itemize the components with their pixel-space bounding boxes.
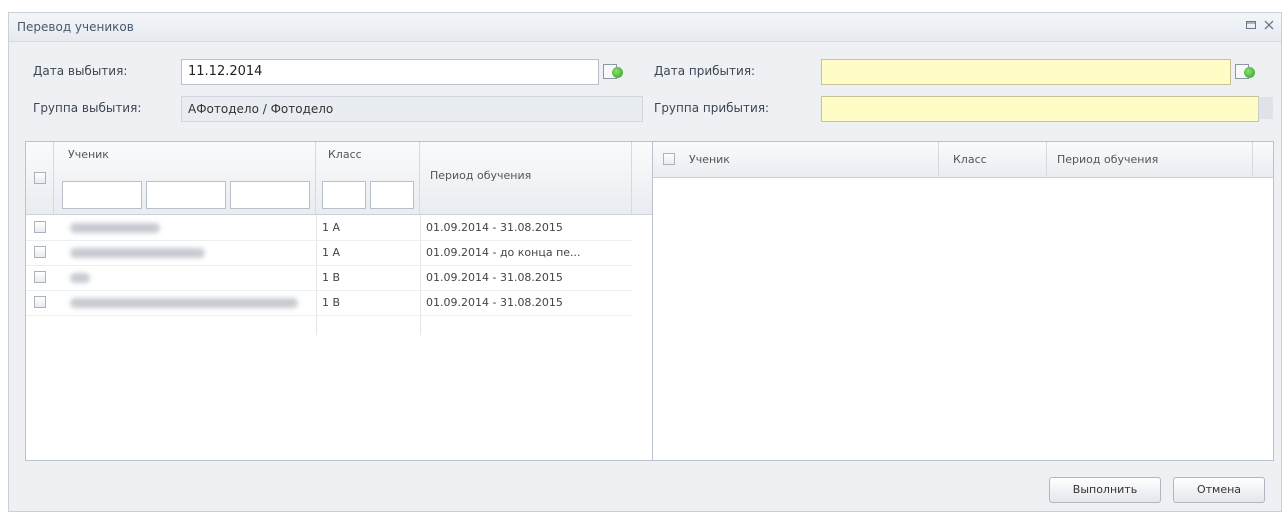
grid-header: Ученик Класс Период обучения — [26, 142, 652, 215]
arrival-students-grid: Ученик Класс Период обучения — [652, 141, 1274, 461]
table-row[interactable]: 1 А 01.09.2014 - 31.08.2015 — [26, 215, 632, 241]
table-row[interactable]: 1 А 01.09.2014 - до конца пе... — [26, 240, 632, 266]
student-name-redacted — [70, 223, 160, 233]
arrival-group-trigger[interactable] — [1258, 97, 1273, 119]
student-name-redacted — [70, 273, 90, 283]
execute-button[interactable]: Выполнить — [1049, 477, 1161, 503]
select-all-checkbox[interactable] — [663, 153, 675, 165]
filter-class-number-input[interactable] — [322, 181, 366, 209]
column-student[interactable]: Ученик — [653, 142, 939, 177]
filter-lastname-input[interactable] — [62, 181, 142, 209]
select-all-checkbox[interactable] — [34, 172, 46, 184]
row-checkbox[interactable] — [34, 221, 46, 233]
dialog-title: Перевод учеников — [17, 20, 134, 34]
grid-body: 1 А 01.09.2014 - 31.08.2015 1 А 01.09.20… — [26, 215, 632, 335]
arrival-date-label: Дата прибытия: — [654, 64, 756, 78]
student-name-redacted — [70, 298, 298, 308]
cancel-button[interactable]: Отмена — [1173, 477, 1265, 503]
student-name-redacted — [70, 248, 205, 258]
departure-group-field: АФотодело / Фотодело — [181, 96, 643, 122]
departure-group-label: Группа выбытия: — [33, 101, 142, 115]
calendar-icon — [1234, 61, 1256, 81]
row-checkbox[interactable] — [34, 271, 46, 283]
dialog-titlebar: Перевод учеников — [9, 13, 1281, 42]
row-checkbox[interactable] — [34, 296, 46, 308]
grid-header: Ученик Класс Период обучения — [653, 142, 1273, 178]
departure-date-picker[interactable] — [602, 61, 626, 83]
row-checkbox[interactable] — [34, 246, 46, 258]
restore-icon[interactable] — [1245, 19, 1257, 31]
table-row[interactable]: 1 В 01.09.2014 - 31.08.2015 — [26, 265, 632, 291]
column-class[interactable]: Класс — [316, 142, 420, 214]
departure-date-field[interactable]: 11.12.2014 — [181, 59, 599, 85]
arrival-date-picker[interactable] — [1234, 61, 1258, 83]
arrival-date-field[interactable] — [821, 59, 1231, 85]
column-period[interactable]: Период обучения — [1047, 142, 1253, 177]
arrival-group-field[interactable] — [821, 96, 1259, 122]
filter-class-letter-input[interactable] — [370, 181, 414, 209]
column-student[interactable]: Ученик — [54, 142, 316, 214]
transfer-students-dialog: Перевод учеников Дата выбытия: 11.12.201… — [8, 12, 1282, 512]
column-class[interactable]: Класс — [939, 142, 1047, 177]
filter-firstname-input[interactable] — [146, 181, 226, 209]
column-period[interactable]: Период обучения — [420, 142, 632, 214]
close-icon[interactable] — [1263, 19, 1275, 31]
departure-date-label: Дата выбытия: — [33, 64, 128, 78]
arrival-group-label: Группа прибытия: — [654, 101, 770, 115]
table-row[interactable]: 1 В 01.09.2014 - 31.08.2015 — [26, 290, 632, 316]
filter-middlename-input[interactable] — [230, 181, 310, 209]
departure-students-grid: Ученик Класс Период обучения 1 А 01.09.2… — [25, 141, 653, 461]
calendar-icon — [602, 61, 624, 81]
